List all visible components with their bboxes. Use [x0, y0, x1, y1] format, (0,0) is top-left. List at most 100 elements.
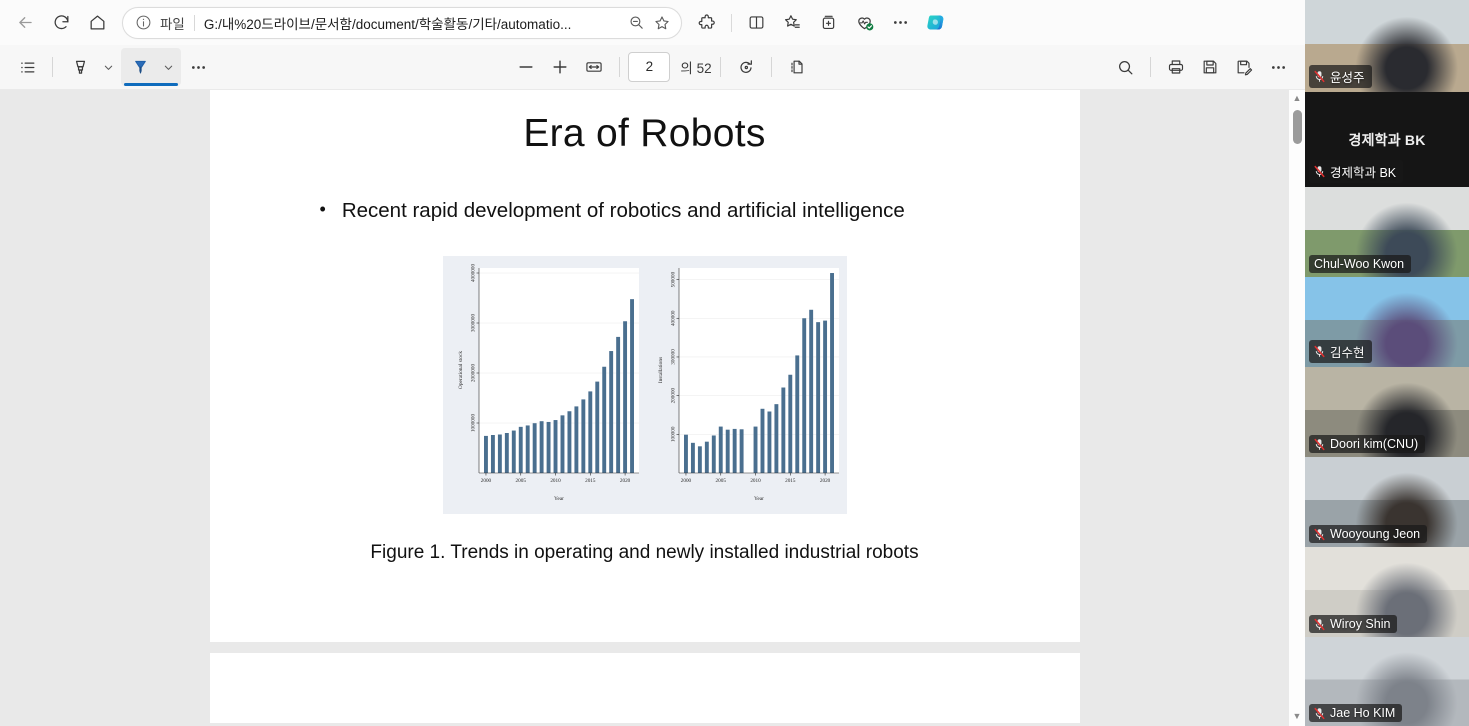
favorites-icon[interactable]: [775, 6, 809, 40]
pen-draw-icon[interactable]: [123, 50, 157, 84]
participant-tile[interactable]: Chul-Woo Kwon: [1305, 187, 1469, 277]
highlight-chevron-down-icon[interactable]: [97, 62, 119, 73]
split-screen-icon[interactable]: [739, 6, 773, 40]
pdf-more-options-icon[interactable]: [1261, 50, 1295, 84]
chart-installations-svg: 100000 200000 300000 400000 500000 2000 2005 2…: [658, 267, 839, 502]
url-scheme-label: 파일: [160, 16, 185, 32]
pdf-page-2: Era of Robots • Recent rapid development…: [209, 90, 1080, 642]
page-total-label: 의 52: [680, 61, 712, 76]
participant-name-pill: Chul-Woo Kwon: [1309, 255, 1412, 273]
extensions-icon[interactable]: [690, 6, 724, 40]
svg-text:1000000: 1000000: [470, 413, 476, 432]
microphone-muted-icon: [1314, 345, 1325, 358]
participant-name: Doori kim(CNU): [1330, 437, 1419, 451]
participant-name: 김수현: [1330, 346, 1365, 360]
site-info-icon[interactable]: [135, 14, 153, 32]
page-title: Era of Robots: [523, 112, 766, 155]
chart-pair: 1000000 2000000 3000000 4000000 2000 2005 201…: [442, 255, 847, 514]
url-text[interactable]: G:/내%20드라이브/문서함/document/학술활동/기타/automat…: [204, 13, 623, 33]
address-bar[interactable]: 파일 G:/내%20드라이브/문서함/document/학술활동/기타/auto…: [122, 6, 682, 39]
svg-text:2015: 2015: [785, 478, 796, 484]
chart-left-ylabel: Operational stock: [458, 350, 464, 388]
highlight-tool-group[interactable]: [61, 48, 121, 86]
microphone-muted-icon: [1314, 618, 1325, 630]
pdf-toolbar: 2 의 52: [0, 45, 1305, 90]
settings-more-icon[interactable]: [883, 6, 917, 40]
bullet-item: • Recent rapid development of robotics a…: [320, 198, 1080, 224]
svg-text:4000000: 4000000: [470, 263, 476, 282]
refresh-button[interactable]: [44, 6, 78, 40]
more-tools-icon[interactable]: [181, 50, 215, 84]
browser-essentials-icon[interactable]: [847, 6, 881, 40]
participant-tile[interactable]: 경제학과 BK 경제학과 BK: [1305, 92, 1469, 187]
svg-text:400000: 400000: [670, 310, 676, 326]
svg-text:2010: 2010: [550, 478, 561, 484]
fit-to-page-button[interactable]: [577, 50, 611, 84]
highlighter-icon[interactable]: [63, 50, 97, 84]
participant-tile[interactable]: Doori kim(CNU): [1305, 367, 1469, 457]
bullet-marker: •: [319, 199, 326, 219]
pdf-page-3: [209, 653, 1080, 723]
participant-name-pill: 윤성주: [1309, 65, 1372, 88]
pdf-viewer[interactable]: Era of Robots • Recent rapid development…: [0, 90, 1305, 726]
table-of-contents-icon[interactable]: [10, 50, 44, 84]
rotate-icon[interactable]: [729, 50, 763, 84]
participant-tile[interactable]: Wooyoung Jeon: [1305, 457, 1469, 547]
participant-tile[interactable]: Jae Ho KIM: [1305, 637, 1469, 726]
participant-tile[interactable]: 김수현: [1305, 277, 1469, 367]
favorite-star-icon[interactable]: [649, 10, 675, 36]
svg-text:300000: 300000: [670, 348, 676, 364]
svg-text:2015: 2015: [585, 478, 596, 484]
print-icon[interactable]: [1159, 50, 1193, 84]
draw-chevron-down-icon[interactable]: [157, 62, 179, 73]
svg-text:2020: 2020: [619, 478, 630, 484]
collections-icon[interactable]: [811, 6, 845, 40]
find-icon[interactable]: [1108, 50, 1142, 84]
bullet-label: Recent rapid development of robotics and…: [341, 199, 905, 222]
chart-left-xlabel: Year: [554, 496, 564, 502]
draw-tool-group[interactable]: [121, 48, 181, 86]
vertical-scrollbar[interactable]: ▲ ▼: [1289, 90, 1305, 726]
participant-name-pill: Jae Ho KIM: [1309, 704, 1403, 722]
participant-tile[interactable]: 윤성주: [1305, 0, 1469, 92]
svg-text:200000: 200000: [670, 387, 676, 403]
participant-name: Wiroy Shin: [1330, 617, 1391, 631]
back-button[interactable]: [8, 6, 42, 40]
svg-text:3000000: 3000000: [470, 313, 476, 332]
scrollbar-thumb[interactable]: [1292, 110, 1302, 144]
figure-caption: Figure 1. Trends in operating and newly …: [370, 541, 919, 563]
participant-name-pill: 김수현: [1309, 340, 1372, 363]
toolbar-separator-3: [719, 57, 721, 77]
microphone-muted-icon: [1314, 70, 1325, 83]
figure-1: 1000000 2000000 3000000 4000000 2000 2005 201…: [210, 255, 1080, 514]
save-as-icon[interactable]: [1227, 50, 1261, 84]
microphone-muted-icon: [1314, 165, 1325, 178]
svg-text:500000: 500000: [670, 271, 676, 287]
page-view-icon[interactable]: [780, 50, 814, 84]
scroll-up-arrow-icon[interactable]: ▲: [1293, 94, 1302, 103]
svg-text:2020: 2020: [819, 478, 830, 484]
toolbar-divider: [731, 13, 732, 32]
scroll-down-arrow-icon[interactable]: ▼: [1293, 712, 1302, 721]
toolbar-separator-4: [770, 57, 772, 77]
participant-tile[interactable]: Wiroy Shin: [1305, 547, 1469, 637]
participant-centered-name: 경제학과 BK: [1348, 131, 1426, 148]
copilot-icon[interactable]: [919, 6, 953, 40]
svg-text:2005: 2005: [515, 478, 526, 484]
chart-installations: 100000 200000 300000 400000 500000 2000 2005 2…: [646, 260, 846, 510]
participant-name: Wooyoung Jeon: [1330, 527, 1421, 541]
svg-text:100000: 100000: [670, 426, 676, 442]
svg-text:2000: 2000: [680, 478, 691, 484]
svg-text:2010: 2010: [750, 478, 761, 484]
chart-operational-stock-svg: 1000000 2000000 3000000 4000000 2000 2005 201…: [458, 263, 639, 502]
save-icon[interactable]: [1193, 50, 1227, 84]
microphone-muted-icon: [1314, 707, 1325, 719]
toolbar-separator: [52, 57, 53, 77]
home-button[interactable]: [80, 6, 114, 40]
page-number-input[interactable]: 2: [628, 52, 671, 82]
zoom-out-icon[interactable]: [623, 10, 649, 36]
zoom-in-button[interactable]: [543, 50, 577, 84]
participant-name: Chul-Woo Kwon: [1314, 257, 1405, 271]
microphone-muted-icon: [1314, 528, 1325, 540]
zoom-out-button[interactable]: [509, 50, 543, 84]
